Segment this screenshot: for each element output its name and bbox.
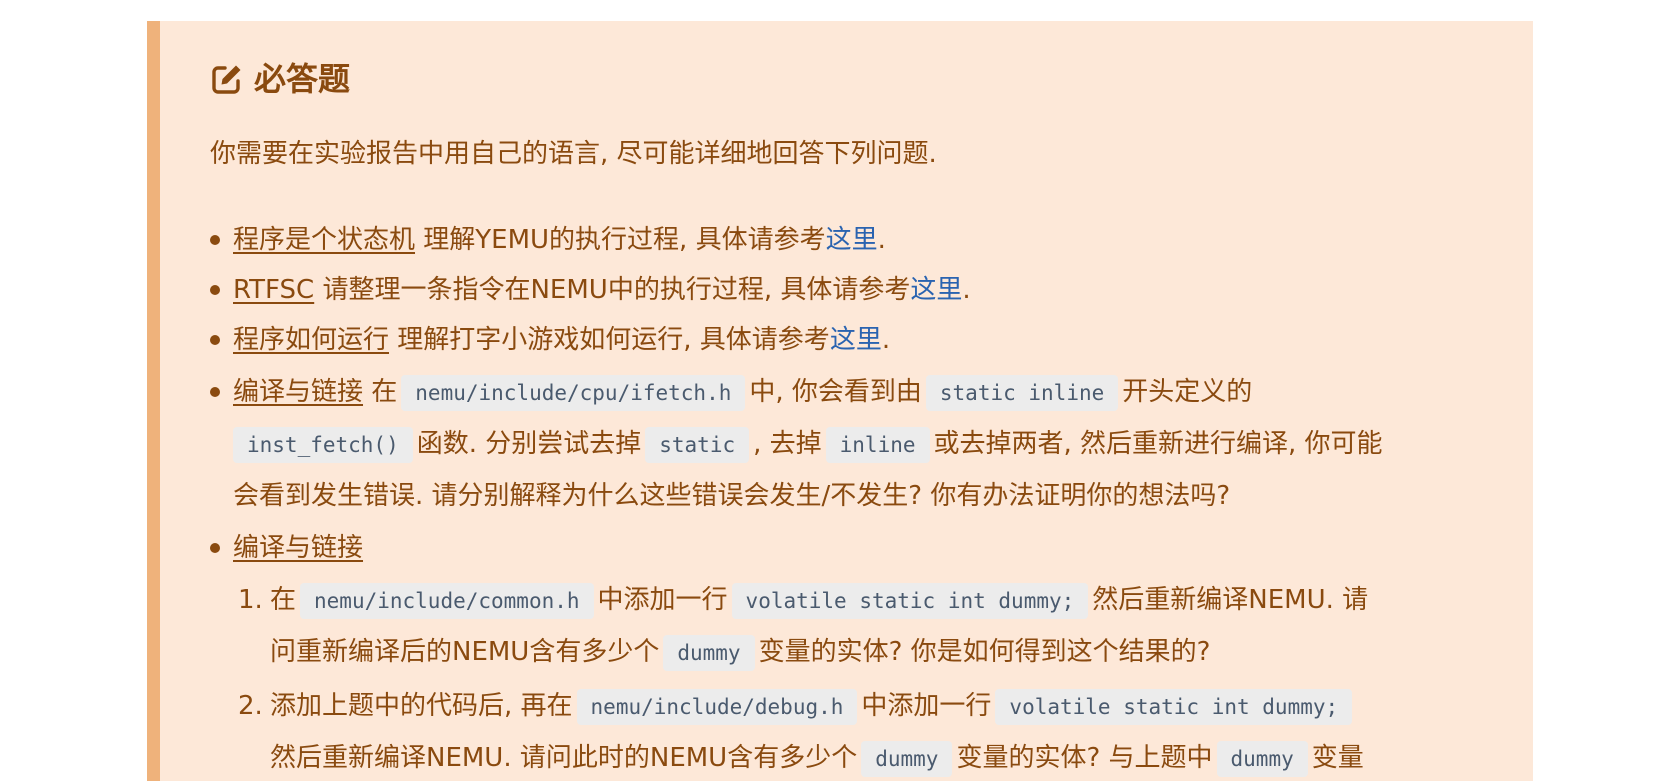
list-number: 2.	[238, 691, 263, 721]
term-link[interactable]: RTFSC	[233, 275, 314, 305]
code-snippet: dummy	[861, 741, 953, 777]
list-item: 编译与链接 在 nemu/include/cpu/ifetch.h 中, 你会看到由…	[233, 374, 1252, 411]
code-snippet: nemu/include/cpu/ifetch.h	[401, 375, 746, 411]
reference-link[interactable]: 这里	[830, 325, 882, 355]
code-snippet: dummy	[1216, 741, 1308, 777]
bullet	[210, 285, 220, 295]
code-snippet: nemu/include/common.h	[300, 583, 594, 619]
callout-title-row: 必答题	[210, 59, 350, 99]
bullet	[210, 387, 220, 397]
edit-icon	[212, 65, 241, 94]
sub-list-item-continuation: 问重新编译后的NEMU含有多少个 dummy 变量的实体? 你是如何得到这个结果的?	[270, 634, 1210, 671]
list-item: 编译与链接	[233, 530, 363, 566]
term-link[interactable]: 编译与链接	[233, 533, 363, 563]
sub-list-item: 在 nemu/include/common.h 中添加一行 volatile stat…	[270, 582, 1368, 619]
code-snippet: static inline	[925, 375, 1119, 411]
code-snippet: dummy	[663, 635, 755, 671]
list-item: RTFSC 请整理一条指令在NEMU中的执行过程, 具体请参考这里.	[233, 275, 971, 305]
list-item: 程序如何运行 理解打字小游戏如何运行, 具体请参考这里.	[233, 325, 891, 355]
sub-list-item-continuation: 然后重新编译NEMU. 请问此时的NEMU含有多少个 dummy 变量的实体? 与上…	[270, 740, 1364, 777]
list-item-continuation: inst_fetch() 函数. 分别尝试去掉 static, 去掉 inline 或去…	[233, 426, 1383, 463]
bullet	[210, 235, 220, 245]
callout-title: 必答题	[254, 60, 351, 98]
reference-link[interactable]: 这里	[826, 225, 878, 255]
code-snippet: static	[645, 427, 750, 463]
code-snippet: volatile static int dummy;	[731, 583, 1089, 619]
term-link[interactable]: 程序是个状态机	[233, 225, 415, 255]
term-link[interactable]: 程序如何运行	[233, 325, 389, 355]
code-snippet: inst_fetch()	[233, 427, 413, 463]
bullet	[210, 335, 220, 345]
bullet	[210, 543, 220, 553]
code-snippet: inline	[825, 427, 930, 463]
code-snippet: volatile static int dummy;	[995, 689, 1353, 725]
sub-list-item: 添加上题中的代码后, 再在 nemu/include/debug.h 中添加一行 vo…	[270, 688, 1356, 725]
list-number: 1.	[238, 585, 263, 615]
reference-link[interactable]: 这里	[910, 275, 962, 305]
term-link[interactable]: 编译与链接	[233, 377, 363, 407]
code-snippet: nemu/include/debug.h	[576, 689, 858, 725]
callout-intro: 你需要在实验报告中用自己的语言, 尽可能详细地回答下列问题.	[210, 139, 937, 169]
list-item-continuation: 会看到发生错误. 请分别解释为什么这些错误会发生/不发生? 你有办法证明你的想法…	[233, 481, 1231, 511]
list-item: 程序是个状态机 理解YEMU的执行过程, 具体请参考这里.	[233, 225, 886, 255]
required-questions-callout: 必答题 你需要在实验报告中用自己的语言, 尽可能详细地回答下列问题. 程序是个状…	[147, 21, 1533, 781]
